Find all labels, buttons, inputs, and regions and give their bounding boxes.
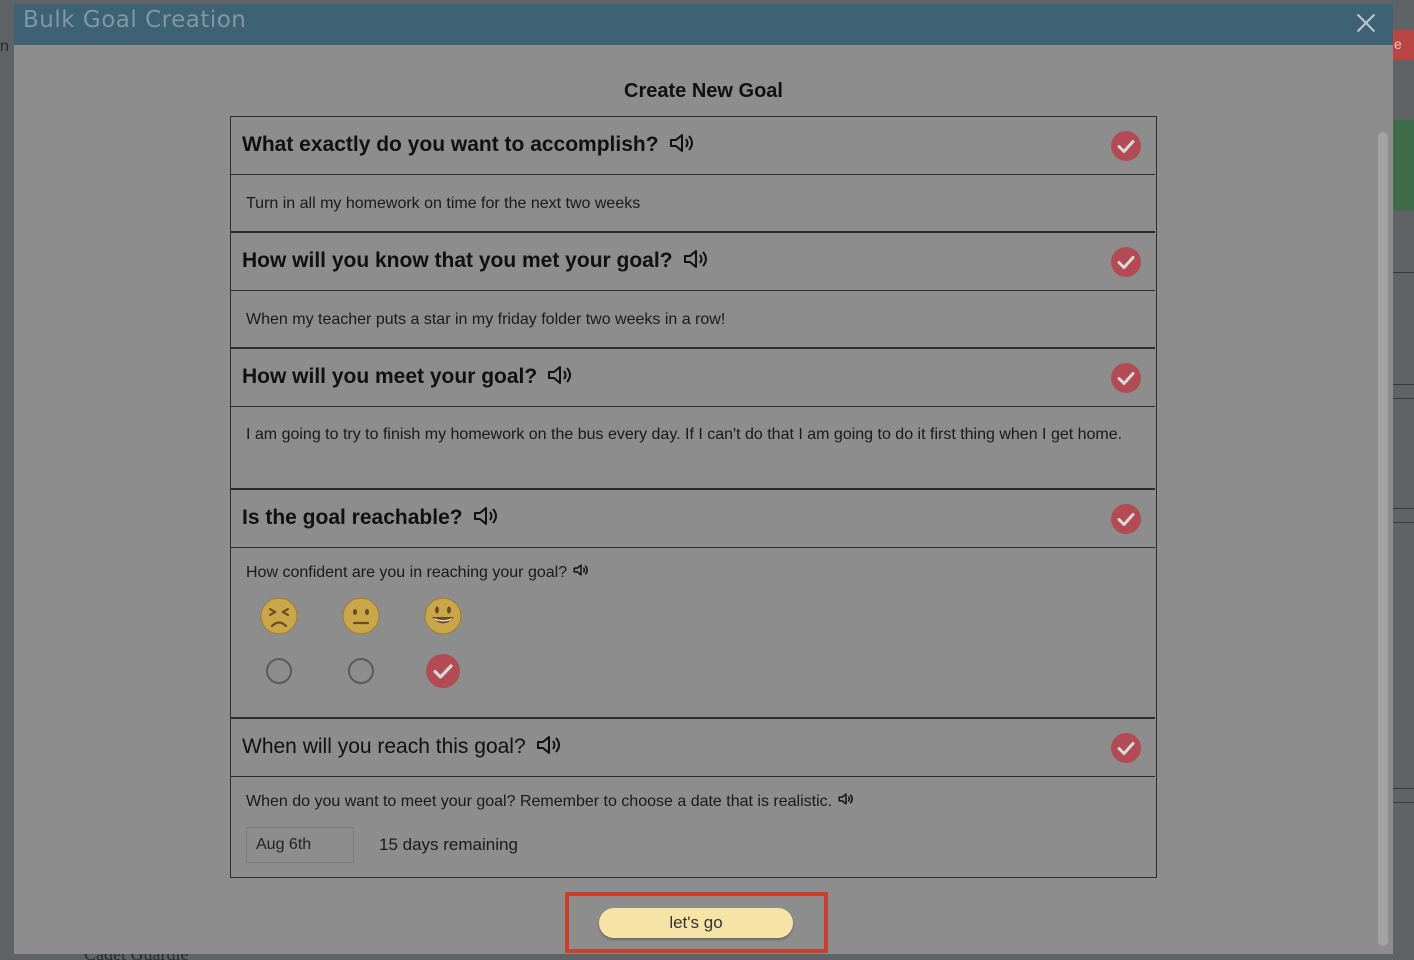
scrollbar[interactable] [1378,132,1388,946]
answer-section: Turn in all my homework on time for the … [231,175,1155,233]
lets-go-button[interactable]: let's go [599,908,793,938]
background-divider [1392,522,1414,523]
submit-highlight-frame: let's go [565,892,828,953]
speaker-icon[interactable] [838,792,854,806]
background-panel-fragment [1392,120,1414,210]
sub-question-text: How confident are you in reaching your g… [246,564,568,581]
confidence-question: How confident are you in reaching your g… [246,560,589,586]
modal-title: Bulk Goal Creation [23,7,247,33]
check-circle-icon [1111,733,1141,763]
question-text: How will you meet your goal? [242,365,538,388]
question-label: How will you know that you met your goal… [242,248,709,273]
date-question: When do you want to meet your goal? Reme… [246,789,854,815]
check-circle-icon [1111,363,1141,393]
check-circle-icon [1111,247,1141,277]
question-label: When will you reach this goal? [242,734,562,759]
background-button-fragment: e [1392,30,1414,60]
question-text: How will you know that you met your goal… [242,249,673,272]
happy-face-icon [424,597,462,635]
confidence-radio-low[interactable] [266,658,292,684]
close-icon[interactable] [1351,8,1381,38]
background-divider [1392,802,1414,803]
confidence-section: How confident are you in reaching your g… [231,548,1155,719]
answer-text[interactable]: When my teacher puts a star in my friday… [246,307,725,333]
question-header: How will you know that you met your goal… [231,233,1155,291]
answer-text[interactable]: Turn in all my homework on time for the … [246,191,640,217]
modal-header: Bulk Goal Creation [14,4,1393,45]
question-header: When will you reach this goal? [231,719,1155,777]
check-circle-icon [1111,131,1141,161]
question-header: What exactly do you want to accomplish? [231,117,1155,175]
background-divider [1392,384,1414,385]
date-section: When do you want to meet your goal? Reme… [231,777,1155,877]
unhappy-face-icon [260,597,298,635]
check-circle-icon [1111,504,1141,534]
confidence-radio-high[interactable] [426,654,460,688]
speaker-icon[interactable] [669,132,695,154]
speaker-icon[interactable] [573,563,589,577]
question-header: How will you meet your goal? [231,349,1155,407]
question-text: Is the goal reachable? [242,506,463,529]
question-text: When will you reach this goal? [242,735,526,758]
speaker-icon[interactable] [683,248,709,270]
speaker-icon[interactable] [547,364,573,386]
confidence-radio-neutral[interactable] [348,658,374,684]
days-remaining-text: 15 days remaining [379,835,518,854]
question-label: How will you meet your goal? [242,364,573,389]
bulk-goal-modal: Bulk Goal Creation Create New Goal What … [14,4,1393,954]
background-divider [1392,788,1414,789]
answer-section: When my teacher puts a star in my friday… [231,291,1155,349]
question-text: What exactly do you want to accomplish? [242,133,659,156]
speaker-icon[interactable] [536,734,562,756]
answer-section: I am going to try to finish my homework … [231,407,1155,490]
question-label: What exactly do you want to accomplish? [242,132,695,157]
goal-form: What exactly do you want to accomplish? … [230,116,1157,878]
form-title: Create New Goal [624,80,783,102]
background-divider [1392,398,1414,399]
question-label: Is the goal reachable? [242,505,499,530]
answer-text[interactable]: I am going to try to finish my homework … [246,422,1146,448]
background-text-fragment: n [0,38,9,55]
neutral-face-icon [342,597,380,635]
date-field[interactable]: Aug 6th [246,827,354,863]
question-header: Is the goal reachable? [231,490,1155,548]
background-divider [1392,508,1414,509]
sub-question-text: When do you want to meet your goal? Reme… [246,793,833,810]
speaker-icon[interactable] [473,505,499,527]
background-divider [1392,272,1414,273]
